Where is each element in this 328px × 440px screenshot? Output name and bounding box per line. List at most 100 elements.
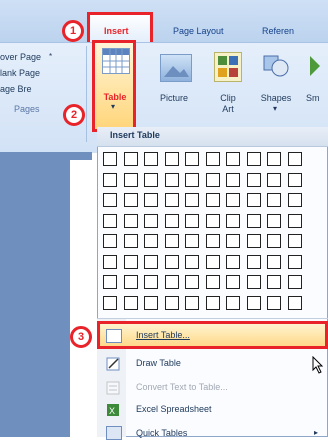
- grid-cell[interactable]: [226, 275, 240, 289]
- smartart-button-label[interactable]: Sm: [306, 93, 328, 103]
- grid-cell[interactable]: [164, 213, 179, 228]
- grid-cell[interactable]: [226, 193, 240, 207]
- grid-cell[interactable]: [205, 193, 220, 207]
- grid-cell[interactable]: [103, 213, 117, 228]
- grid-cell[interactable]: [267, 172, 281, 187]
- grid-cell[interactable]: [123, 234, 138, 248]
- grid-cell[interactable]: [287, 152, 302, 166]
- convert-text-icon: [106, 381, 120, 395]
- grid-cell[interactable]: [164, 152, 179, 166]
- insert-table-menu-item[interactable]: [97, 321, 328, 349]
- grid-cell[interactable]: [287, 254, 302, 269]
- grid-cell[interactable]: [287, 193, 302, 207]
- tab-page-layout[interactable]: Page Layout: [173, 22, 224, 40]
- grid-cell[interactable]: [144, 172, 158, 187]
- grid-cell[interactable]: [123, 193, 138, 207]
- grid-cell[interactable]: [246, 193, 261, 207]
- grid-cell[interactable]: [144, 275, 158, 289]
- dropdown-arrow-icon: *: [49, 52, 53, 61]
- grid-cell[interactable]: [205, 213, 220, 228]
- grid-cell[interactable]: [164, 172, 179, 187]
- grid-cell[interactable]: [123, 172, 138, 187]
- picture-icon[interactable]: [160, 54, 192, 82]
- grid-cell[interactable]: [103, 295, 117, 310]
- grid-cell[interactable]: [226, 295, 240, 310]
- grid-cell[interactable]: [205, 254, 220, 269]
- grid-cell[interactable]: [164, 254, 179, 269]
- grid-cell[interactable]: [287, 295, 302, 310]
- blank-page-button[interactable]: lank Page: [0, 68, 40, 78]
- grid-cell[interactable]: [246, 275, 261, 289]
- clip-art-icon[interactable]: [214, 52, 242, 82]
- insert-table-label[interactable]: Insert Table...: [136, 330, 190, 340]
- grid-cell[interactable]: [185, 275, 199, 289]
- grid-cell[interactable]: [267, 193, 281, 207]
- grid-cell[interactable]: [103, 152, 117, 166]
- grid-cell[interactable]: [123, 213, 138, 228]
- grid-cell[interactable]: [103, 234, 117, 248]
- grid-cell[interactable]: [144, 213, 158, 228]
- grid-cell[interactable]: [205, 172, 220, 187]
- shapes-button-label[interactable]: Shapes: [258, 93, 294, 103]
- grid-cell[interactable]: [185, 295, 199, 310]
- grid-cell[interactable]: [267, 234, 281, 248]
- grid-cell[interactable]: [267, 295, 281, 310]
- grid-cell[interactable]: [103, 172, 117, 187]
- grid-cell[interactable]: [144, 295, 158, 310]
- page-break-button[interactable]: age Bre: [0, 84, 32, 94]
- grid-cell[interactable]: [144, 254, 158, 269]
- grid-cell[interactable]: [185, 213, 199, 228]
- shapes-icon[interactable]: [262, 52, 290, 80]
- grid-cell[interactable]: [164, 275, 179, 289]
- grid-cell[interactable]: [164, 193, 179, 207]
- grid-cell[interactable]: [144, 193, 158, 207]
- grid-cell[interactable]: [185, 193, 199, 207]
- grid-cell[interactable]: [246, 213, 261, 228]
- draw-table-label[interactable]: Draw Table: [136, 358, 181, 368]
- grid-cell[interactable]: [267, 213, 281, 228]
- grid-cell[interactable]: [123, 254, 138, 269]
- grid-cell[interactable]: [226, 254, 240, 269]
- grid-cell[interactable]: [185, 254, 199, 269]
- grid-cell[interactable]: [144, 152, 158, 166]
- grid-cell[interactable]: [205, 295, 220, 310]
- smartart-icon[interactable]: [306, 54, 328, 78]
- grid-cell[interactable]: [267, 254, 281, 269]
- grid-cell[interactable]: [123, 152, 138, 166]
- grid-cell[interactable]: [205, 234, 220, 248]
- grid-cell[interactable]: [123, 275, 138, 289]
- grid-cell[interactable]: [287, 234, 302, 248]
- grid-cell[interactable]: [226, 213, 240, 228]
- grid-cell[interactable]: [246, 152, 261, 166]
- cover-page-button[interactable]: over Page: [0, 52, 41, 62]
- grid-cell[interactable]: [287, 172, 302, 187]
- grid-cell[interactable]: [123, 295, 138, 310]
- picture-button-label[interactable]: Picture: [156, 93, 192, 103]
- grid-cell[interactable]: [267, 152, 281, 166]
- grid-cell[interactable]: [226, 234, 240, 248]
- grid-cell[interactable]: [226, 172, 240, 187]
- grid-cell[interactable]: [185, 152, 199, 166]
- grid-cell[interactable]: [103, 193, 117, 207]
- grid-cell[interactable]: [164, 295, 179, 310]
- grid-cell[interactable]: [103, 275, 117, 289]
- grid-cell[interactable]: [164, 234, 179, 248]
- grid-cell[interactable]: [144, 234, 158, 248]
- grid-cell[interactable]: [246, 254, 261, 269]
- tab-references[interactable]: Referen: [262, 22, 294, 40]
- tab-insert[interactable]: Insert: [104, 22, 129, 40]
- grid-cell[interactable]: [287, 213, 302, 228]
- grid-cell[interactable]: [205, 275, 220, 289]
- grid-cell[interactable]: [185, 172, 199, 187]
- grid-cell[interactable]: [287, 275, 302, 289]
- document-page[interactable]: [70, 160, 100, 437]
- grid-cell[interactable]: [246, 172, 261, 187]
- grid-cell[interactable]: [226, 152, 240, 166]
- grid-cell[interactable]: [246, 234, 261, 248]
- grid-cell[interactable]: [103, 254, 117, 269]
- grid-cell[interactable]: [246, 295, 261, 310]
- excel-spreadsheet-label[interactable]: Excel Spreadsheet: [136, 404, 212, 414]
- grid-cell[interactable]: [205, 152, 220, 166]
- grid-cell[interactable]: [185, 234, 199, 248]
- grid-cell[interactable]: [267, 275, 281, 289]
